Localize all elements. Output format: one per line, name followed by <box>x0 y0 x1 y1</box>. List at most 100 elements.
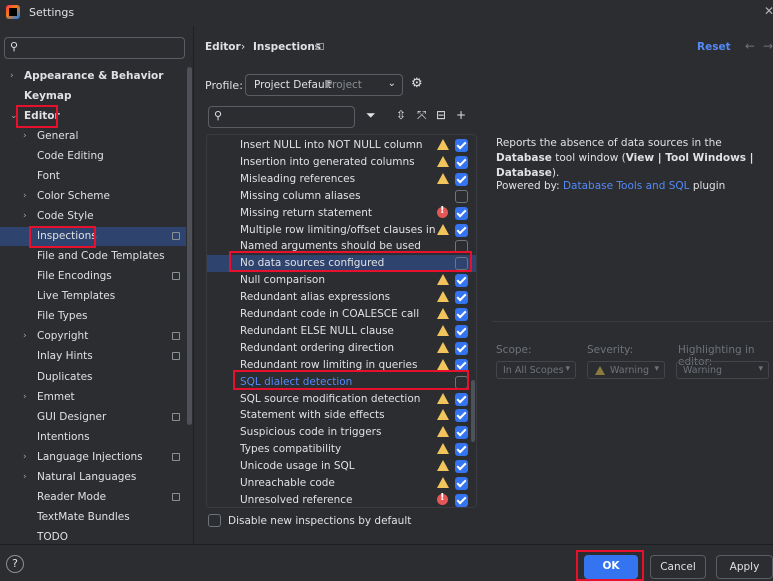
inspection-enabled-checkbox[interactable] <box>455 493 468 507</box>
sidebar-item-editor[interactable]: ⌄ Editor <box>0 107 186 126</box>
reset-to-empty-icon[interactable]: ⊟ <box>436 108 446 122</box>
cancel-button[interactable]: Cancel <box>650 555 706 579</box>
sidebar-item-gui-designer[interactable]: GUI Designer <box>0 408 186 427</box>
inspection-row[interactable]: Redundant code in COALESCE call <box>207 306 476 323</box>
inspection-enabled-checkbox[interactable] <box>455 392 468 406</box>
inspection-enabled-checkbox[interactable] <box>455 358 468 372</box>
inspection-row[interactable]: Insert NULL into NOT NULL column <box>207 137 476 154</box>
inspection-enabled-checkbox[interactable] <box>455 443 468 457</box>
inspection-row[interactable]: Missing return statement <box>207 205 476 222</box>
list-scrollbar[interactable] <box>471 380 475 442</box>
sidebar-item-file-encodings[interactable]: File Encodings <box>0 267 186 286</box>
sidebar-item-copyright[interactable]: › Copyright <box>0 327 186 346</box>
inspection-row[interactable]: Redundant ELSE NULL clause <box>207 323 476 340</box>
close-icon[interactable]: ✕ <box>764 4 773 18</box>
inspection-enabled-checkbox[interactable] <box>455 155 468 169</box>
inspection-row[interactable]: Types compatibility <box>207 441 476 458</box>
inspection-enabled-checkbox[interactable] <box>455 477 468 490</box>
inspection-row[interactable]: No data sources configured <box>207 255 476 273</box>
chevron-right-icon[interactable]: › <box>10 67 14 86</box>
sidebar-item-live-templates[interactable]: Live Templates <box>0 287 186 306</box>
inspection-enabled-checkbox[interactable] <box>455 172 468 186</box>
inspection-enabled-checkbox[interactable] <box>455 291 468 305</box>
sidebar-item-code-editing[interactable]: Code Editing <box>0 147 186 166</box>
breadcrumb-editor[interactable]: Editor <box>205 41 241 53</box>
sidebar-item-general[interactable]: › General <box>0 127 186 146</box>
inspection-row[interactable]: Named arguments should be used <box>207 238 476 255</box>
inspection-row[interactable]: Unresolved reference <box>207 492 476 507</box>
ok-button[interactable]: OK <box>584 555 638 579</box>
sidebar-item-inspections[interactable]: Inspections <box>0 227 186 246</box>
sidebar-scrollbar[interactable] <box>187 67 192 425</box>
chevron-right-icon[interactable]: › <box>23 187 27 206</box>
inspection-enabled-checkbox[interactable] <box>455 426 468 440</box>
inspection-row[interactable]: Multiple row limiting/offset clauses in … <box>207 222 476 239</box>
inspection-row[interactable]: Missing column aliases <box>207 188 476 205</box>
scope-dropdown[interactable]: In All Scopes ▾ <box>496 361 576 379</box>
plugin-link[interactable]: Database Tools and SQL <box>563 180 690 192</box>
inspection-enabled-checkbox[interactable] <box>455 341 468 355</box>
chevron-right-icon[interactable]: › <box>23 448 27 467</box>
inspection-row[interactable]: Insertion into generated columns <box>207 154 476 171</box>
sidebar-item-emmet[interactable]: › Emmet <box>0 388 186 407</box>
sidebar-item-reader-mode[interactable]: Reader Mode <box>0 488 186 507</box>
inspection-enabled-checkbox[interactable] <box>455 308 468 321</box>
disable-new-inspections-label[interactable]: Disable new inspections by default <box>228 515 411 527</box>
inspection-row[interactable]: SQL source modification detection <box>207 391 476 408</box>
inspection-row[interactable]: SQL dialect detection <box>207 374 476 391</box>
chevron-down-icon[interactable]: ⌄ <box>10 107 18 126</box>
inspection-row[interactable]: Redundant ordering direction <box>207 340 476 357</box>
expand-all-icon[interactable]: ⇳ <box>396 108 406 122</box>
inspection-row[interactable]: Null comparison <box>207 272 476 289</box>
highlighting-dropdown[interactable]: Warning ▾ <box>676 361 769 379</box>
inspection-enabled-checkbox[interactable] <box>455 139 468 152</box>
reset-link[interactable]: Reset <box>697 41 731 53</box>
chevron-right-icon[interactable]: › <box>23 127 27 146</box>
inspection-row[interactable]: Unicode usage in SQL <box>207 458 476 475</box>
chevron-right-icon[interactable]: › <box>23 468 27 487</box>
sidebar-item-inlay-hints[interactable]: Inlay Hints <box>0 347 186 366</box>
profile-dropdown[interactable]: Project Default Project ⌄ <box>245 74 403 96</box>
inspection-enabled-checkbox[interactable] <box>455 274 468 288</box>
sidebar-item-intentions[interactable]: Intentions <box>0 428 186 447</box>
help-icon[interactable]: ? <box>6 555 24 573</box>
inspection-enabled-checkbox[interactable] <box>455 189 468 203</box>
inspection-enabled-checkbox[interactable] <box>455 460 468 474</box>
inspection-row[interactable]: Statement with side effects <box>207 407 476 424</box>
chevron-right-icon[interactable]: › <box>23 327 27 346</box>
back-arrow-icon[interactable]: ← <box>745 39 755 53</box>
collapse-all-icon[interactable]: ⤧ <box>417 108 427 123</box>
sidebar-item-appearance-behavior[interactable]: › Appearance & Behavior <box>0 67 186 86</box>
inspection-row[interactable]: Redundant row limiting in queries <box>207 357 476 374</box>
sidebar-item-code-style[interactable]: › Code Style <box>0 207 186 226</box>
sidebar-item-natural-languages[interactable]: › Natural Languages <box>0 468 186 487</box>
add-icon[interactable]: + <box>456 108 466 122</box>
chevron-right-icon[interactable]: › <box>23 207 27 226</box>
forward-arrow-icon[interactable]: → <box>763 39 773 53</box>
disable-new-inspections-checkbox[interactable] <box>208 514 221 527</box>
inspection-row[interactable]: Redundant alias expressions <box>207 289 476 306</box>
settings-search-input[interactable]: ⚲ <box>4 37 185 59</box>
sidebar-item-font[interactable]: Font <box>0 167 186 186</box>
inspection-filter-input[interactable]: ⚲ <box>208 106 355 128</box>
apply-button[interactable]: Apply <box>716 555 773 579</box>
severity-dropdown[interactable]: Warning ▾ <box>587 361 665 379</box>
chevron-right-icon[interactable]: › <box>23 388 27 407</box>
inspection-enabled-checkbox[interactable] <box>455 257 468 271</box>
sidebar-item-textmate-bundles[interactable]: TextMate Bundles <box>0 508 186 527</box>
inspection-enabled-checkbox[interactable] <box>455 324 468 338</box>
sidebar-item-file-and-code-templates[interactable]: File and Code Templates <box>0 247 186 266</box>
inspection-row[interactable]: Unreachable code <box>207 475 476 492</box>
filter-icon[interactable]: ⏷ <box>366 108 376 123</box>
inspection-enabled-checkbox[interactable] <box>455 240 468 254</box>
sidebar-item-language-injections[interactable]: › Language Injections <box>0 448 186 467</box>
sidebar-item-color-scheme[interactable]: › Color Scheme <box>0 187 186 206</box>
inspection-enabled-checkbox[interactable] <box>455 206 468 220</box>
sidebar-item-keymap[interactable]: Keymap <box>0 87 186 106</box>
sidebar-item-duplicates[interactable]: Duplicates <box>0 368 186 387</box>
inspection-row[interactable]: Suspicious code in triggers <box>207 424 476 441</box>
inspection-row[interactable]: Misleading references <box>207 171 476 188</box>
gear-icon[interactable]: ⚙ <box>411 76 423 91</box>
inspection-enabled-checkbox[interactable] <box>455 409 468 423</box>
sidebar-item-file-types[interactable]: File Types <box>0 307 186 326</box>
